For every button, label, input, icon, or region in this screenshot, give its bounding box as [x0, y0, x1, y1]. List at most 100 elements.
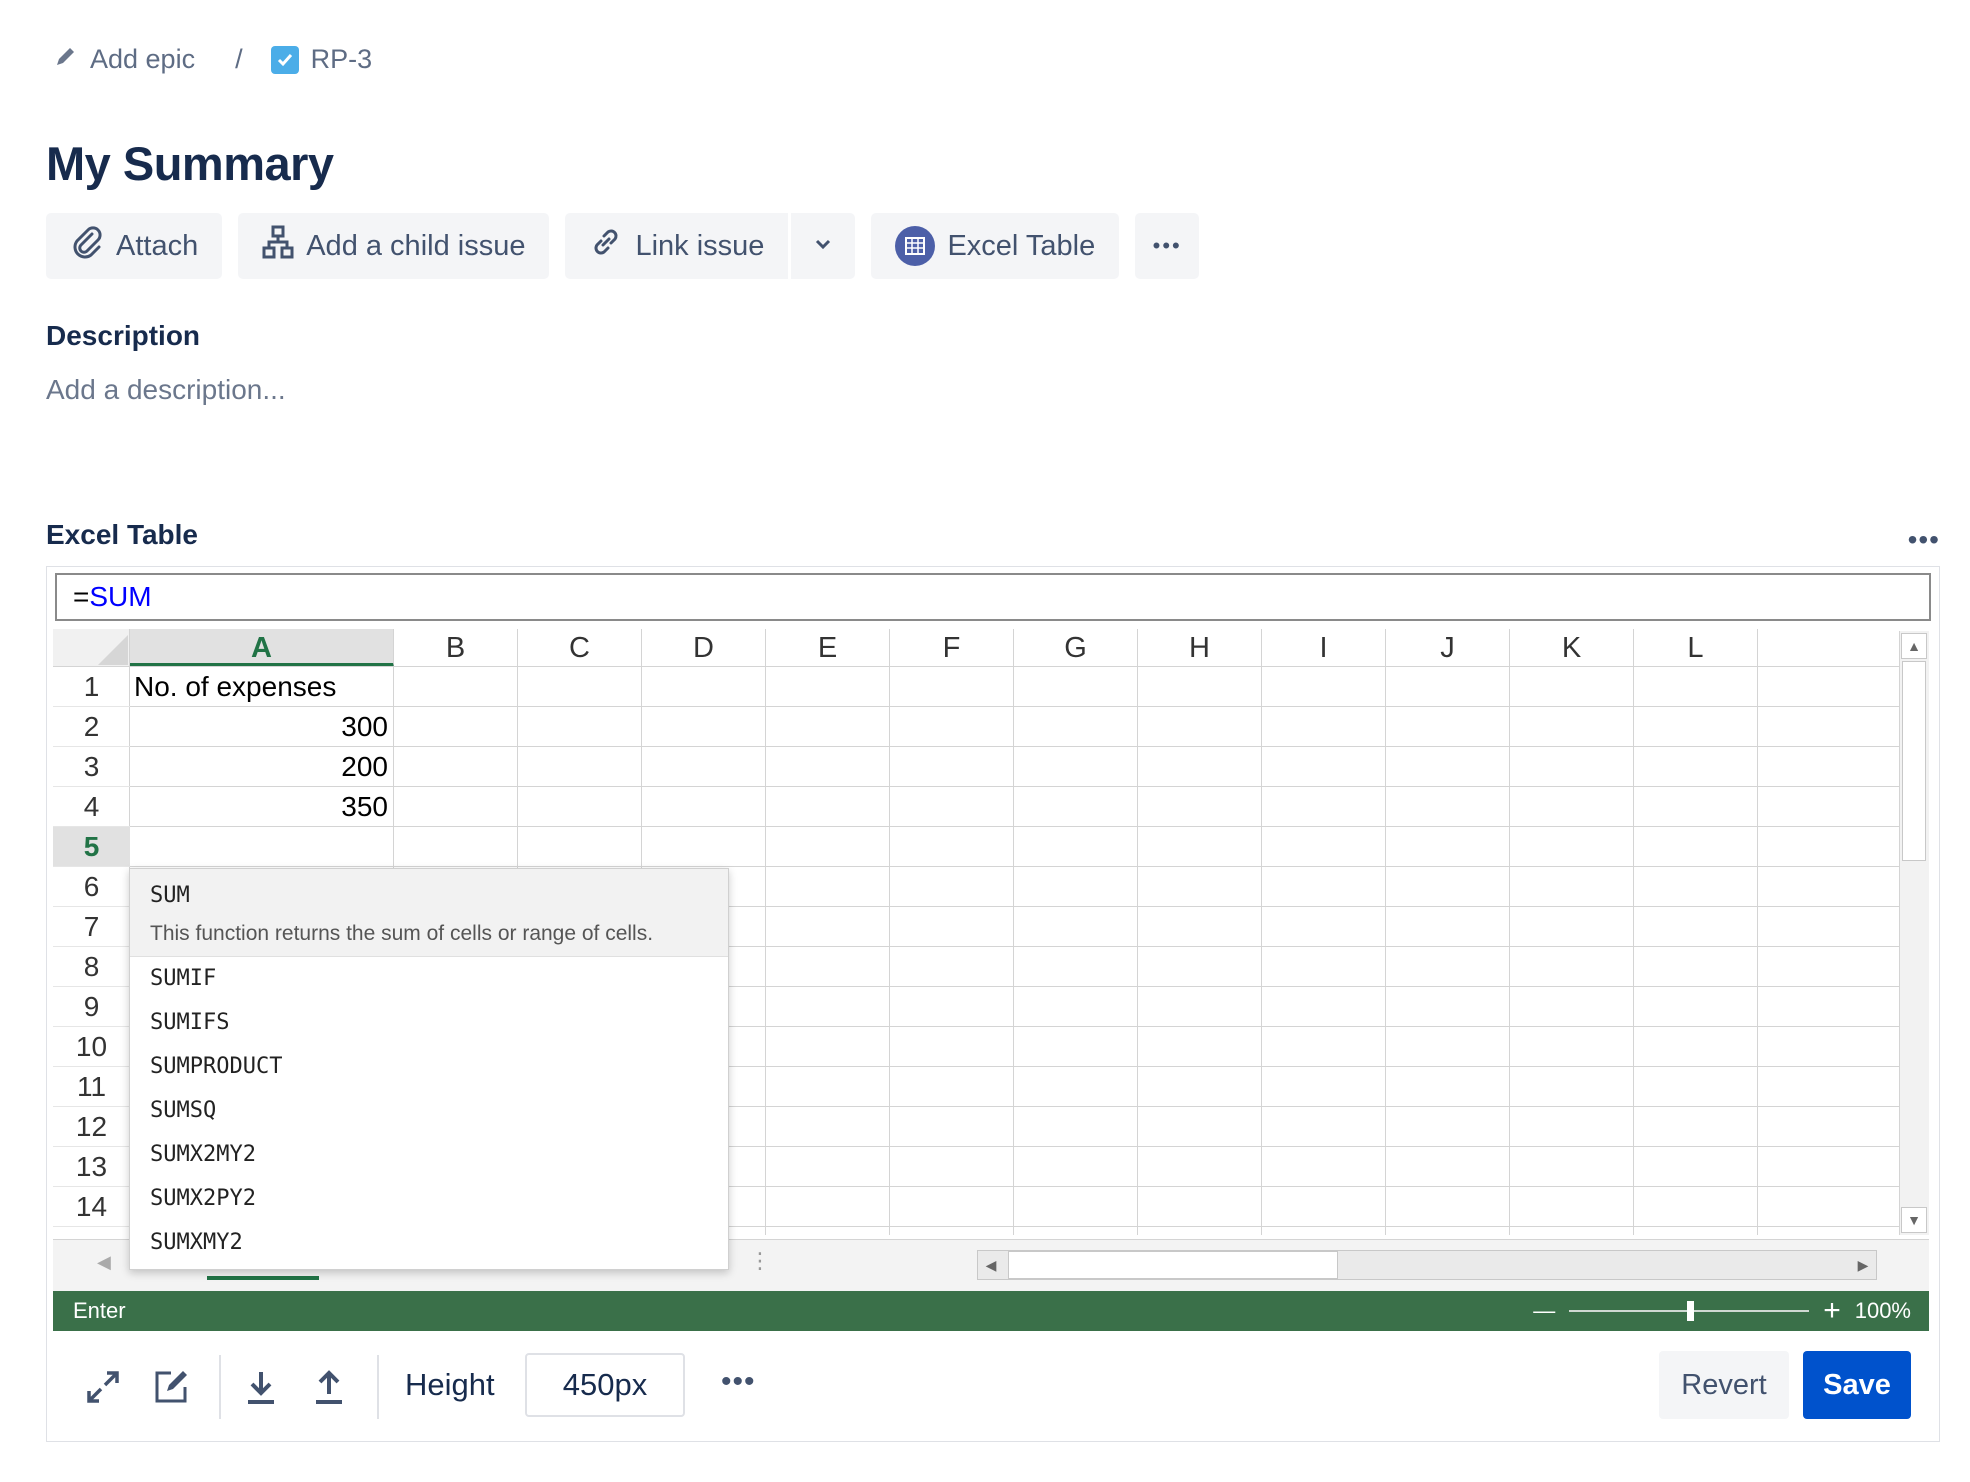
function-autocomplete: SUM This function returns the sum of cel…: [129, 868, 729, 1270]
row-header-8[interactable]: 8: [53, 947, 130, 987]
row-header-2[interactable]: 2: [53, 707, 130, 747]
grid-column-line: [1633, 667, 1634, 1235]
link-issue-button[interactable]: Link issue: [565, 213, 788, 279]
excel-section-more-button[interactable]: •••: [1908, 524, 1940, 556]
column-header-e[interactable]: E: [766, 629, 890, 667]
row-header-6[interactable]: 6: [53, 867, 130, 907]
height-input[interactable]: 450px: [525, 1353, 685, 1417]
row-header-7[interactable]: 7: [53, 907, 130, 947]
autocomplete-item[interactable]: SUMSQ: [130, 1089, 728, 1133]
excel-table-button[interactable]: Excel Table: [871, 213, 1120, 279]
zoom-control: — + 100%: [1533, 1291, 1911, 1331]
breadcrumb: Add epic / RP-3: [54, 44, 372, 75]
cell-a4[interactable]: 350: [130, 787, 388, 827]
cell-a1[interactable]: No. of expenses: [134, 667, 336, 707]
autocomplete-item[interactable]: SUMPRODUCT: [130, 1045, 728, 1089]
horizontal-scrollbar[interactable]: ◀ ▶: [977, 1250, 1877, 1280]
zoom-in-button[interactable]: +: [1823, 1291, 1841, 1331]
row-header-1[interactable]: 1: [53, 667, 130, 707]
grid-column-line: [1261, 667, 1262, 1235]
row-header-3[interactable]: 3: [53, 747, 130, 787]
pencil-icon: [54, 44, 78, 75]
zoom-slider[interactable]: [1569, 1301, 1810, 1321]
formula-bar[interactable]: =SUM: [55, 573, 1931, 621]
chevron-down-icon: [814, 237, 832, 255]
hierarchy-icon: [262, 225, 294, 267]
row-header-13[interactable]: 13: [53, 1147, 130, 1187]
height-label: Height: [405, 1367, 495, 1402]
autocomplete-selected-name: SUM: [150, 883, 190, 908]
issue-key: RP-3: [310, 44, 373, 74]
grid-column-line: [1137, 667, 1138, 1235]
row-header-11[interactable]: 11: [53, 1067, 130, 1107]
scroll-up-icon[interactable]: ▲: [1901, 633, 1927, 659]
description-heading: Description: [46, 320, 201, 351]
column-header-d[interactable]: D: [642, 629, 766, 667]
active-sheet-tab[interactable]: [207, 1276, 319, 1280]
autocomplete-item[interactable]: SUMIF: [130, 957, 728, 1001]
link-icon: [589, 225, 623, 267]
column-header-l[interactable]: L: [1634, 629, 1758, 667]
column-header-h[interactable]: H: [1138, 629, 1262, 667]
attach-button[interactable]: Attach: [46, 213, 223, 279]
more-actions-button[interactable]: •••: [1135, 213, 1200, 279]
scroll-left-icon[interactable]: ◀: [978, 1252, 1004, 1278]
column-header-a[interactable]: A: [130, 629, 394, 667]
horizontal-scroll-thumb[interactable]: [1008, 1251, 1338, 1279]
save-button[interactable]: Save: [1803, 1351, 1911, 1419]
row-header-14[interactable]: 14: [53, 1187, 130, 1227]
edit-icon[interactable]: [149, 1365, 193, 1409]
row-header-5[interactable]: 5: [53, 827, 130, 867]
select-all-corner[interactable]: [53, 629, 130, 667]
row-header-12[interactable]: 12: [53, 1107, 130, 1147]
grid-row-line: [130, 826, 1901, 827]
status-mode: Enter: [73, 1298, 126, 1323]
link-issue-label: Link issue: [635, 229, 765, 262]
link-issue-split-button: Link issue: [565, 213, 856, 279]
vertical-scrollbar[interactable]: ▲ ▼: [1899, 631, 1929, 1235]
bottom-more-button[interactable]: •••: [721, 1365, 756, 1399]
upload-icon[interactable]: [307, 1365, 351, 1409]
column-header-f[interactable]: F: [890, 629, 1014, 667]
issue-key-link[interactable]: RP-3: [270, 44, 373, 75]
row-header-9[interactable]: 9: [53, 987, 130, 1027]
column-header-j[interactable]: J: [1386, 629, 1510, 667]
cell-a3[interactable]: 200: [130, 747, 388, 787]
grid-column-line: [889, 667, 890, 1235]
row-header-4[interactable]: 4: [53, 787, 130, 827]
column-header-g[interactable]: G: [1014, 629, 1138, 667]
add-epic-link[interactable]: Add epic: [54, 44, 195, 75]
more-icon: •••: [1152, 233, 1182, 258]
splitter-handle-icon[interactable]: ⋮: [749, 1248, 771, 1274]
zoom-slider-knob[interactable]: [1687, 1301, 1695, 1321]
vertical-scroll-thumb[interactable]: [1902, 661, 1926, 861]
add-child-issue-button[interactable]: Add a child issue: [238, 213, 550, 279]
add-child-label: Add a child issue: [306, 229, 526, 262]
autocomplete-selected-item[interactable]: SUM This function returns the sum of cel…: [130, 869, 728, 957]
column-header-k[interactable]: K: [1510, 629, 1634, 667]
grid-row-line: [130, 866, 1901, 867]
autocomplete-item[interactable]: SUMX2MY2: [130, 1133, 728, 1177]
revert-button[interactable]: Revert: [1659, 1351, 1789, 1419]
scroll-right-icon[interactable]: ▶: [1850, 1252, 1876, 1278]
row-header-10[interactable]: 10: [53, 1027, 130, 1067]
autocomplete-item[interactable]: SUMXMY2: [130, 1221, 728, 1265]
column-header-i[interactable]: I: [1262, 629, 1386, 667]
column-header-b[interactable]: B: [394, 629, 518, 667]
autocomplete-item[interactable]: SUMIFS: [130, 1001, 728, 1045]
expand-icon[interactable]: [81, 1365, 125, 1409]
zoom-out-button[interactable]: —: [1533, 1291, 1555, 1331]
cell-a2[interactable]: 300: [130, 707, 388, 747]
column-header-c[interactable]: C: [518, 629, 642, 667]
sheet-prev-icon[interactable]: ◀: [97, 1252, 111, 1273]
download-icon[interactable]: [239, 1365, 283, 1409]
scroll-down-icon[interactable]: ▼: [1901, 1207, 1927, 1233]
grid-row-line: [130, 746, 1901, 747]
formula-equals: =: [73, 581, 90, 612]
description-input[interactable]: Add a description...: [46, 374, 286, 406]
status-bar: Enter — + 100%: [53, 1291, 1929, 1331]
link-issue-dropdown-button[interactable]: [791, 213, 855, 279]
paperclip-icon: [70, 225, 104, 267]
autocomplete-item[interactable]: SUMX2PY2: [130, 1177, 728, 1221]
issue-title[interactable]: My Summary: [46, 136, 334, 191]
